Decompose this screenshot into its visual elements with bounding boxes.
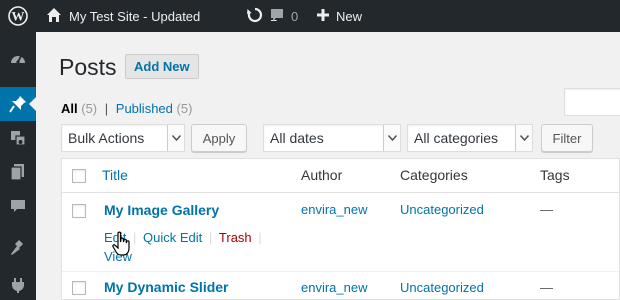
page-title: Posts <box>59 54 117 80</box>
home-icon <box>46 7 62 26</box>
post-category-link[interactable]: Uncategorized <box>400 202 484 217</box>
post-tags: — <box>540 202 553 217</box>
filter-published-count: (5) <box>176 101 193 116</box>
dates-value: All dates <box>270 130 324 146</box>
new-label: New <box>336 8 363 24</box>
post-title-link[interactable]: My Image Gallery <box>104 202 219 218</box>
bulk-actions-value: Bulk Actions <box>68 130 145 146</box>
post-author-link[interactable]: envira_new <box>301 280 368 295</box>
row-checkbox[interactable] <box>72 281 86 295</box>
menu-posts[interactable] <box>0 87 37 121</box>
table-header: Title Author Categories Tags <box>62 159 619 193</box>
chevron-down-icon <box>515 125 532 151</box>
appearance-icon <box>11 240 23 255</box>
column-author: Author <box>301 167 343 183</box>
row-checkbox[interactable] <box>72 204 86 218</box>
column-title[interactable]: Title <box>102 167 128 183</box>
status-filter-links: All (5) | Published (5) <box>61 101 192 116</box>
comment-bubble-icon <box>269 7 285 26</box>
site-name: My Test Site - Updated <box>69 8 201 24</box>
categories-value: All categories <box>414 130 499 146</box>
updates-icon <box>246 6 264 27</box>
filter-separator: | <box>104 101 109 116</box>
menu-dashboard[interactable] <box>0 42 36 76</box>
posts-pin-icon <box>9 96 26 113</box>
post-author-link[interactable]: envira_new <box>301 202 368 217</box>
menu-plugins[interactable] <box>0 268 36 300</box>
column-categories: Categories <box>400 167 468 183</box>
post-category-link[interactable]: Uncategorized <box>400 280 484 295</box>
wordpress-logo-icon[interactable]: W <box>0 0 36 32</box>
main-content: Posts Add New All (5) | Published (5) Bu… <box>36 32 620 300</box>
pages-icon <box>10 164 24 181</box>
select-all-checkbox[interactable] <box>72 169 86 183</box>
admin-menu <box>0 32 37 300</box>
bulk-actions-select[interactable]: Bulk Actions <box>61 124 185 152</box>
table-row: My Image Gallery envira_new Uncategorize… <box>62 194 619 270</box>
posts-table: Title Author Categories Tags My Image Ga… <box>61 158 620 300</box>
quick-edit-link[interactable]: Quick Edit <box>143 230 202 245</box>
admin-bar: W My Test Site - Updated 1 0 New <box>0 0 620 32</box>
menu-media[interactable] <box>0 121 36 155</box>
filter-button[interactable]: Filter <box>541 124 593 152</box>
media-icon <box>11 131 26 146</box>
comments-count: 0 <box>291 8 299 24</box>
new-content-link[interactable]: New <box>316 0 362 32</box>
add-new-button[interactable]: Add New <box>125 54 199 79</box>
search-input[interactable] <box>564 88 620 116</box>
chevron-down-icon <box>167 125 184 151</box>
filter-all[interactable]: All <box>61 101 78 116</box>
trash-link[interactable]: Trash <box>219 230 252 245</box>
column-tags: Tags <box>540 167 570 183</box>
plus-icon <box>316 8 330 25</box>
comments-icon <box>11 200 25 212</box>
hand-cursor-icon <box>112 231 130 256</box>
apply-button[interactable]: Apply <box>191 124 247 152</box>
comments-link[interactable]: 0 <box>269 0 298 32</box>
dates-select[interactable]: All dates <box>263 124 401 152</box>
site-name-link[interactable]: My Test Site - Updated <box>46 0 200 32</box>
menu-appearance[interactable] <box>0 231 36 265</box>
filter-published[interactable]: Published <box>116 101 173 116</box>
filter-all-count: (5) <box>81 101 98 116</box>
post-title-link[interactable]: My Dynamic Slider <box>104 279 229 295</box>
plugins-icon <box>12 278 24 293</box>
categories-select[interactable]: All categories <box>407 124 533 152</box>
dashboard-icon <box>11 55 25 64</box>
post-tags: — <box>540 280 553 295</box>
chevron-down-icon <box>383 125 400 151</box>
table-row: My Dynamic Slider envira_new Uncategoriz… <box>62 271 619 300</box>
menu-comments[interactable] <box>0 189 36 223</box>
svg-text:W: W <box>12 9 25 24</box>
menu-pages[interactable] <box>0 155 36 189</box>
